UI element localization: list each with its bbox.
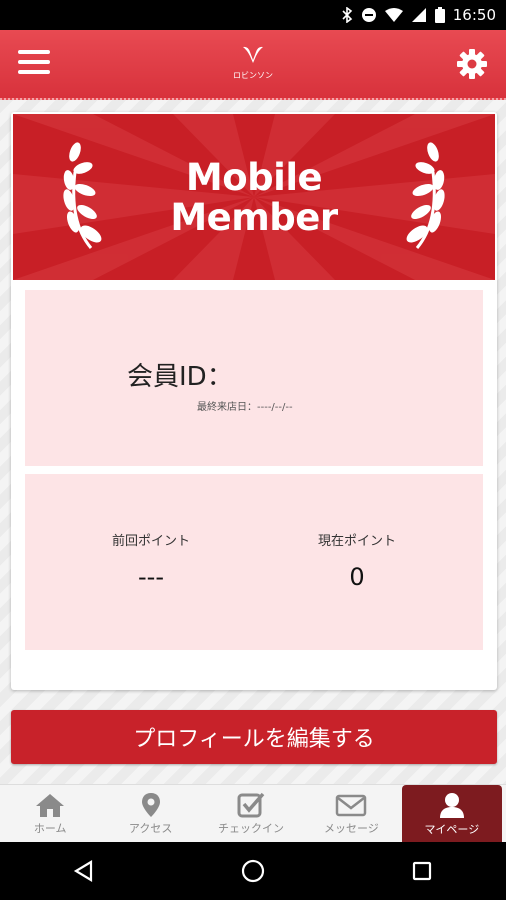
recents-button[interactable] [402,851,442,891]
bluetooth-icon [341,7,353,23]
menu-button[interactable] [18,50,50,78]
checkbox-icon [237,792,265,818]
cell-signal-icon [411,7,427,23]
settings-button[interactable] [456,48,488,80]
tab-checkin[interactable]: チェックイン [201,785,301,843]
bottom-tab-bar: ホーム アクセス チェックイン メッセージ マイページ [0,784,506,843]
current-points: 現在ポイント 0 [257,530,457,591]
status-bar: 16:50 [0,0,506,30]
member-id-label: 会員ID： [127,362,233,392]
app-logo: ロビンソン [230,44,276,86]
tab-access-label: アクセス [128,822,173,835]
edit-profile-button[interactable]: プロフィールを編集する [11,710,497,764]
home-icon [36,794,65,817]
system-nav-bar [0,842,506,900]
current-points-value: 0 [349,563,365,591]
status-time: 16:50 [452,6,496,24]
logo-text: ロビンソン [233,71,273,80]
previous-points-value: --- [138,563,164,591]
logo-mark-icon [230,44,276,69]
member-card: Mobile Member 会員ID： 最終来店日：----/--/-- 前回ポ… [11,112,497,690]
tab-access[interactable]: アクセス [100,785,200,843]
laurel-right-icon [406,142,445,249]
app-header: ロビンソン [0,30,506,100]
previous-points: 前回ポイント --- [51,530,251,591]
hamburger-icon-line [18,70,50,74]
map-pin-icon [141,793,160,817]
tab-message-label: メッセージ [324,822,379,835]
current-points-label: 現在ポイント [317,534,396,549]
home-nav-button[interactable] [233,851,273,891]
tab-home-label: ホーム [33,822,67,835]
tab-checkin-label: チェックイン [218,822,285,835]
battery-icon [434,7,445,23]
member-id-panel: 会員ID： 最終来店日：----/--/-- [25,290,483,466]
points-panel: 前回ポイント --- 現在ポイント 0 [25,474,483,650]
hamburger-icon-line [18,60,50,64]
wifi-icon [384,7,403,23]
member-banner: Mobile Member [13,114,495,280]
mail-icon [336,794,367,817]
home-circle-icon [241,859,265,883]
do-not-disturb-icon [361,7,377,23]
back-button[interactable] [64,851,104,891]
last-visit-date: 最終来店日：----/--/-- [197,402,293,413]
tab-home[interactable]: ホーム [0,785,100,843]
tab-mypage[interactable]: マイページ [401,785,503,843]
tab-mypage-label: マイページ [424,823,480,836]
recents-square-icon [412,861,431,881]
gear-icon [457,49,487,79]
previous-points-label: 前回ポイント [111,534,190,549]
tab-message[interactable]: メッセージ [301,785,401,843]
back-triangle-icon [74,860,93,882]
hamburger-icon [18,50,50,54]
person-icon [439,793,464,818]
